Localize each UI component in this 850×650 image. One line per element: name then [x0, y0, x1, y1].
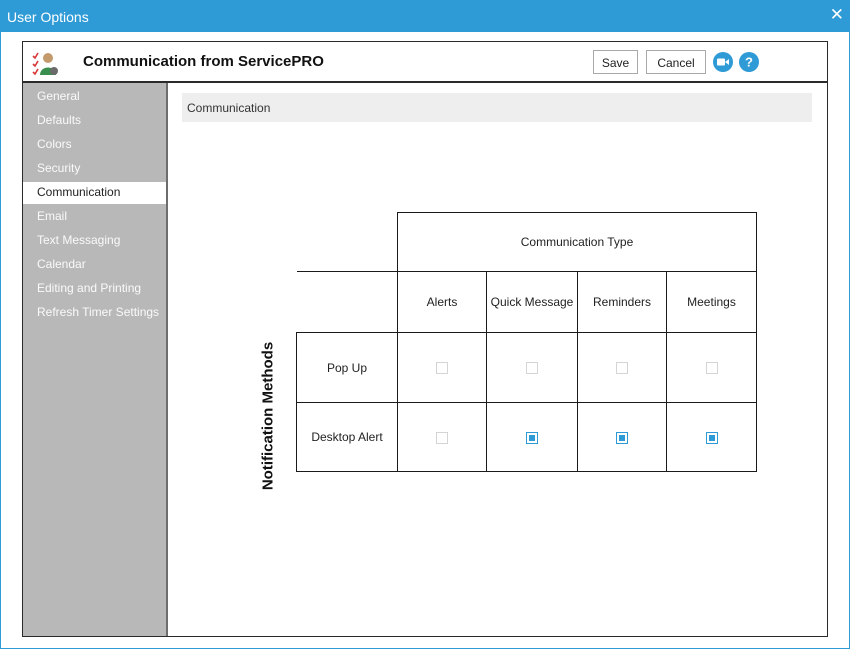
user-checklist-icon	[32, 52, 58, 76]
popup-quick-message-checkbox[interactable]	[526, 362, 538, 375]
row-header-desktop-alert: Desktop Alert	[296, 402, 398, 472]
cancel-button[interactable]: Cancel	[646, 50, 706, 74]
popup-reminders-checkbox[interactable]	[616, 362, 628, 375]
sidebar-item-general[interactable]: General	[23, 86, 166, 108]
column-header-reminders: Reminders	[577, 271, 667, 333]
table-row: Desktop Alert	[296, 402, 757, 472]
sidebar-item-calendar[interactable]: Calendar	[23, 254, 166, 276]
svg-text:?: ?	[745, 55, 753, 70]
desktop-alert-reminders-checkbox[interactable]	[616, 431, 628, 444]
page-title: Communication from ServicePRO	[83, 53, 324, 70]
popup-alerts-checkbox[interactable]	[436, 362, 448, 375]
help-icon[interactable]: ?	[739, 52, 759, 72]
desktop-alert-alerts-checkbox[interactable]	[436, 431, 448, 444]
options-panel: Communication from ServicePRO Save Cance…	[22, 41, 828, 637]
table-row: Pop Up	[296, 332, 757, 403]
matrix-cell	[486, 332, 578, 403]
desktop-alert-quick-message-checkbox[interactable]	[526, 431, 538, 444]
window-title: User Options	[7, 9, 89, 25]
close-icon[interactable]: ✕	[830, 6, 844, 24]
matrix-cell	[397, 402, 487, 472]
sidebar-item-editing-printing[interactable]: Editing and Printing	[23, 278, 166, 300]
column-header-alerts: Alerts	[397, 271, 487, 333]
row-header-pop-up: Pop Up	[296, 332, 398, 403]
communication-matrix: Communication Type Alerts Quick Message …	[296, 212, 757, 472]
row-group-label: Notification Methods	[259, 341, 277, 491]
column-header-meetings: Meetings	[666, 271, 757, 333]
sidebar-item-text-messaging[interactable]: Text Messaging	[23, 230, 166, 252]
sidebar-item-defaults[interactable]: Defaults	[23, 110, 166, 132]
section-title: Communication	[187, 101, 271, 115]
matrix-cell	[577, 332, 667, 403]
section-header: Communication	[182, 93, 812, 122]
sidebar-item-email[interactable]: Email	[23, 206, 166, 228]
sidebar-item-colors[interactable]: Colors	[23, 134, 166, 156]
sidebar-item-security[interactable]: Security	[23, 158, 166, 180]
save-button[interactable]: Save	[593, 50, 638, 74]
matrix-cell	[666, 332, 757, 403]
sidebar-item-refresh-timer[interactable]: Refresh Timer Settings	[23, 302, 166, 324]
matrix-cell	[397, 332, 487, 403]
matrix-corner	[296, 212, 398, 272]
panel-header: Communication from ServicePRO Save Cance…	[23, 42, 827, 83]
sidebar-item-communication[interactable]: Communication	[23, 182, 166, 204]
popup-meetings-checkbox[interactable]	[705, 362, 718, 375]
desktop-alert-meetings-checkbox[interactable]	[705, 431, 718, 444]
matrix-cell	[666, 402, 757, 472]
column-group-header: Communication Type	[397, 212, 757, 272]
matrix-cell	[486, 402, 578, 472]
matrix-corner	[296, 271, 398, 333]
video-camera-icon[interactable]	[713, 52, 733, 72]
matrix-cell	[577, 402, 667, 472]
sidebar-nav: General Defaults Colors Security Communi…	[23, 83, 168, 636]
column-header-quick-message: Quick Message	[486, 271, 578, 333]
window-titlebar: User Options ✕	[0, 0, 850, 32]
